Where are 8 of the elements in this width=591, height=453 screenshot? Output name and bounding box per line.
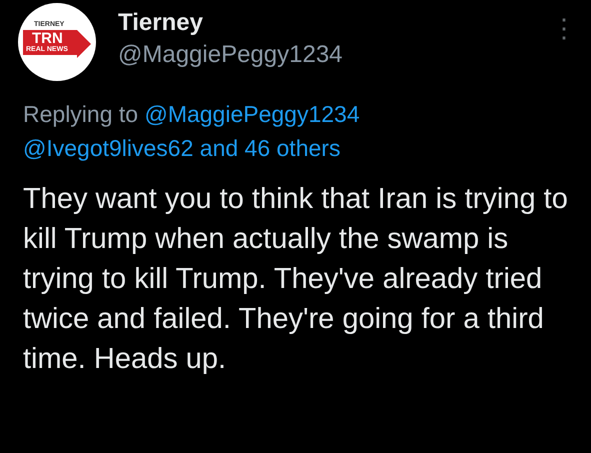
user-handle[interactable]: @MaggiePeggy1234 [118,41,343,69]
mention-link[interactable]: @Ivegot9lives62 and 46 others [23,135,340,161]
display-name[interactable]: Tierney [118,9,203,37]
logo-text: TRN [32,30,63,46]
mention-link[interactable]: @MaggiePeggy1234 [144,101,360,127]
more-options-button[interactable]: ⋮ [551,3,577,43]
replying-label: Replying to [23,101,138,127]
tweet-text: They want you to think that Iran is trying to kill Trump when actually the swamp is trying to kill Trump. They've already tried twice and failed. They're going for a third time. Heads up. [23,182,569,377]
